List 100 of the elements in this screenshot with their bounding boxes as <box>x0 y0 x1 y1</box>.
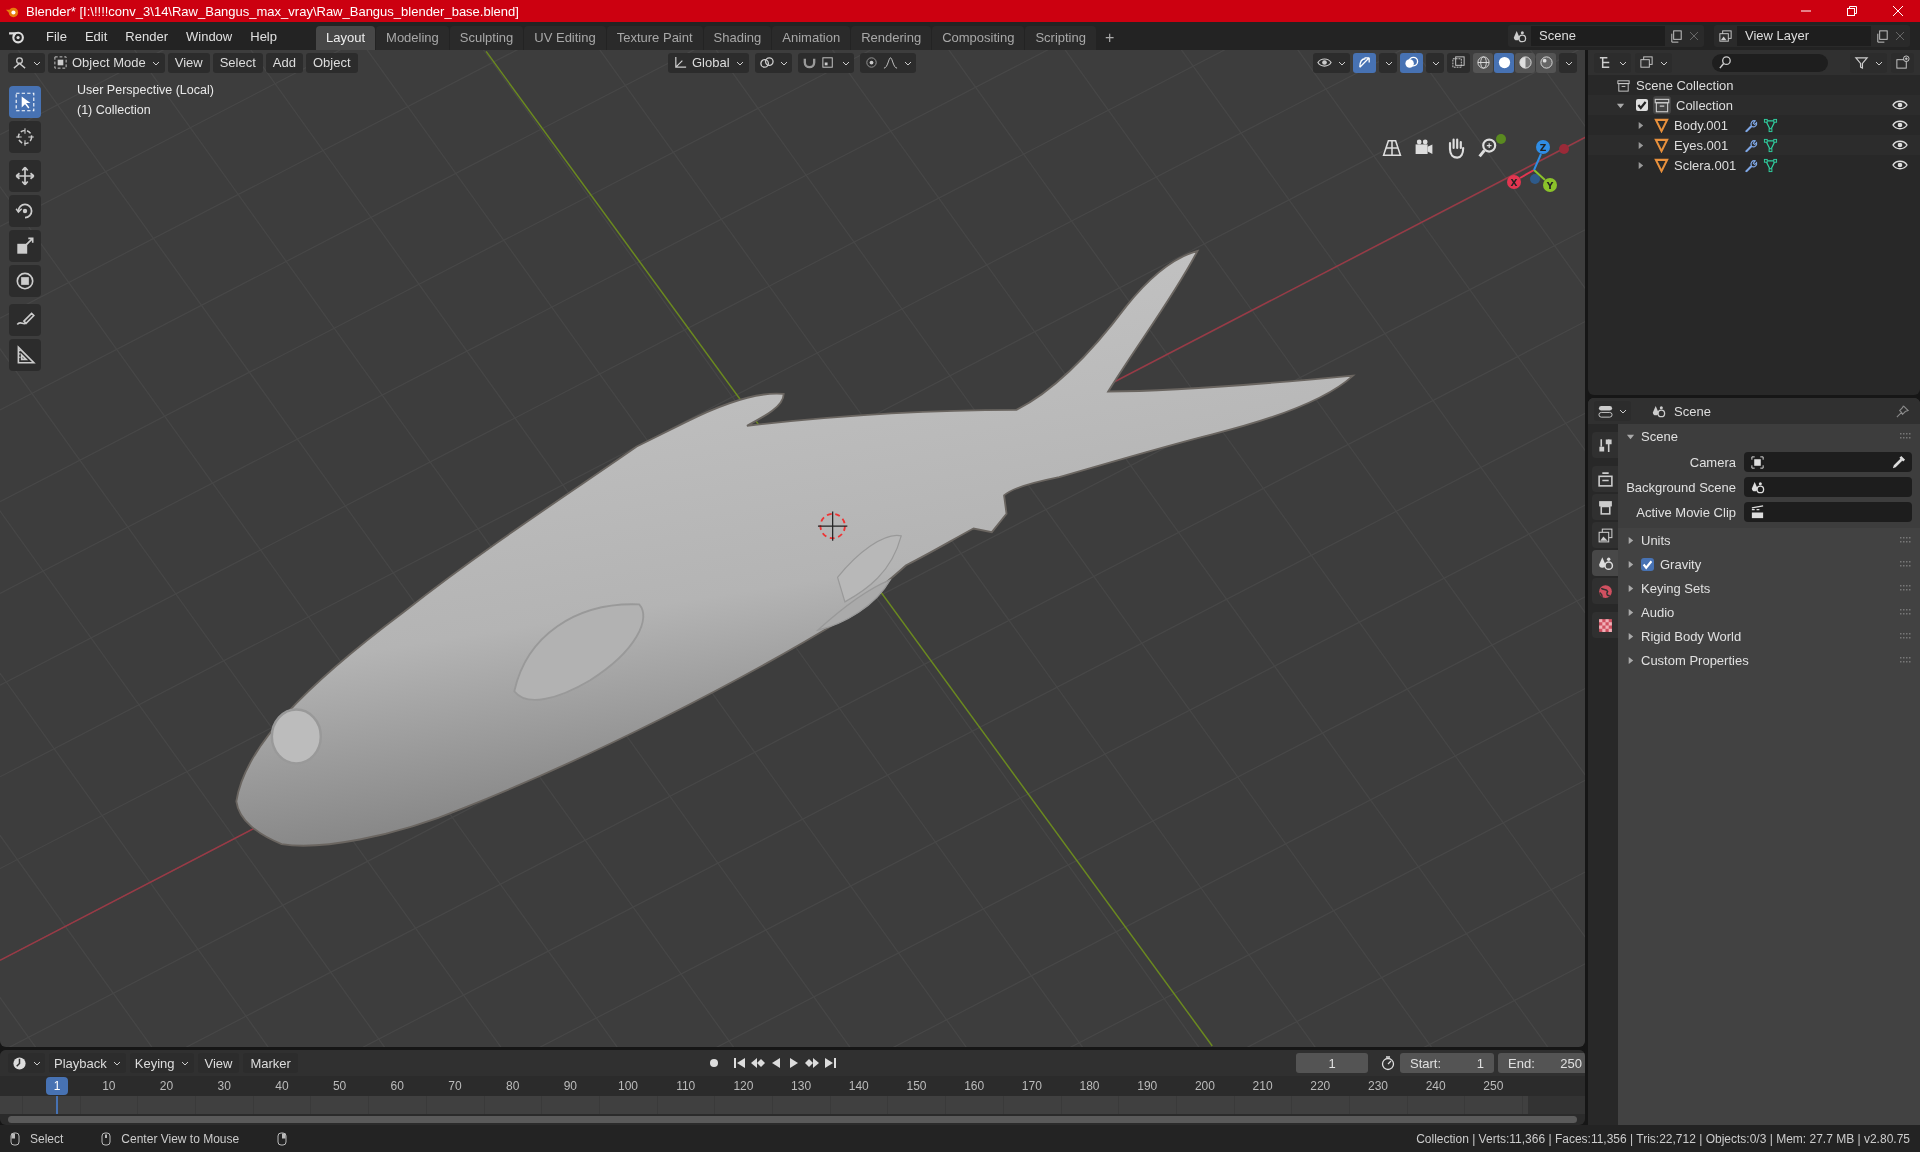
drag-handle-icon[interactable] <box>1900 585 1912 591</box>
menu-item[interactable]: Keying <box>129 1053 194 1073</box>
panel-title[interactable]: Custom Properties <box>1641 652 1749 668</box>
shading-mode-button[interactable] <box>1494 52 1514 73</box>
eyedropper-icon[interactable] <box>1891 454 1906 470</box>
gizmo-toggle-button[interactable] <box>1353 52 1376 73</box>
proportional-edit-button[interactable] <box>859 52 916 73</box>
layers-icon[interactable] <box>1718 28 1733 44</box>
menu-item[interactable]: Add <box>265 52 303 73</box>
start-frame-field[interactable]: Start: 1 <box>1400 1053 1494 1073</box>
expand-arrow-icon[interactable] <box>1626 559 1635 569</box>
scene-icon[interactable] <box>1512 28 1527 44</box>
checkbox[interactable] <box>1636 99 1648 111</box>
orientation-dropdown[interactable]: Global <box>668 52 749 73</box>
shading-mode-button[interactable] <box>1515 52 1535 73</box>
new-collection-button[interactable] <box>1891 52 1914 73</box>
expand-arrow-icon[interactable] <box>1626 631 1635 641</box>
menu-item[interactable]: Marker <box>243 1053 298 1073</box>
axis-dot-icon[interactable] <box>1496 134 1506 144</box>
menu-item[interactable]: File <box>37 28 76 44</box>
drag-handle-icon[interactable] <box>1900 633 1912 639</box>
tool-properties-tab[interactable] <box>1592 432 1618 458</box>
drag-handle-icon[interactable] <box>1900 561 1912 567</box>
jump-start-icon[interactable] <box>732 1055 748 1071</box>
axis-dot-icon[interactable] <box>1530 174 1540 184</box>
scene-selector[interactable]: Scene <box>1508 25 1704 47</box>
rotate-tool-button[interactable] <box>9 195 41 227</box>
expand-arrow-icon[interactable] <box>1626 583 1635 593</box>
panel-title[interactable]: Gravity <box>1660 556 1702 572</box>
panel-title[interactable]: Scene <box>1641 428 1678 444</box>
scene-properties-tab[interactable] <box>1592 550 1618 576</box>
scene-field[interactable]: Scene <box>1531 26 1665 46</box>
overlay-toggle-button[interactable] <box>1400 52 1423 73</box>
menu-item[interactable]: Help <box>241 28 286 44</box>
axis-dot-icon[interactable] <box>1559 144 1569 154</box>
workspace-tab[interactable]: Scripting <box>1025 26 1096 50</box>
workspace-tab[interactable]: Layout <box>316 26 376 50</box>
workspace-tab[interactable]: UV Editing <box>524 26 606 50</box>
menu-item[interactable]: Playback <box>49 1053 126 1073</box>
expand-arrow-icon[interactable] <box>1626 607 1635 617</box>
current-frame-field[interactable]: 1 <box>1296 1053 1368 1073</box>
display-mode-button[interactable] <box>1594 52 1631 73</box>
menu-item[interactable]: Render <box>116 28 177 44</box>
editor-type-button[interactable] <box>1594 401 1631 421</box>
timeline-track[interactable] <box>0 1096 1585 1114</box>
workspace-tab[interactable]: Modeling <box>376 26 449 50</box>
data-field[interactable] <box>1744 452 1912 472</box>
previous-keyframe-icon[interactable] <box>750 1055 766 1071</box>
copy-icon[interactable] <box>1875 28 1890 44</box>
close-icon[interactable] <box>1688 30 1700 42</box>
drag-handle-icon[interactable] <box>1900 537 1912 543</box>
panel-title[interactable]: Rigid Body World <box>1641 628 1742 644</box>
drag-handle-icon[interactable] <box>1900 609 1912 615</box>
panel-title[interactable]: Units <box>1641 532 1671 548</box>
menu-item[interactable]: Select <box>212 52 263 73</box>
menu-item[interactable]: View <box>167 52 210 73</box>
texture-properties-tab[interactable] <box>1592 612 1618 638</box>
restore-icon[interactable] <box>1846 5 1858 17</box>
measure-tool-button[interactable] <box>9 339 41 371</box>
panel-title[interactable]: Audio <box>1641 604 1675 620</box>
scale-tool-button[interactable] <box>9 230 41 262</box>
tree-row[interactable]: Collection <box>1588 95 1920 115</box>
stopwatch-icon[interactable] <box>1380 1055 1396 1071</box>
add-workspace-button[interactable]: + <box>1096 26 1123 50</box>
shading-mode-button[interactable] <box>1473 52 1493 73</box>
mesh-data-icon[interactable] <box>1763 117 1778 133</box>
panel-header-bar[interactable]: Scene <box>1618 424 1920 448</box>
cursor-tool-button[interactable] <box>9 121 41 153</box>
expand-arrow-icon[interactable] <box>1636 160 1645 170</box>
jump-end-icon[interactable] <box>822 1055 838 1071</box>
tree-item[interactable]: Eyes.001 <box>1674 137 1738 153</box>
workspace-tab[interactable]: Sculpting <box>449 26 524 50</box>
view-layer-properties-tab[interactable] <box>1592 522 1618 548</box>
search-field[interactable] <box>1712 53 1828 72</box>
scrollbar[interactable] <box>8 1116 1577 1123</box>
xray-toggle-button[interactable] <box>1447 52 1470 73</box>
close-icon[interactable] <box>1894 30 1906 42</box>
tree-item[interactable]: Collection <box>1676 97 1734 113</box>
wrench-icon[interactable] <box>1743 137 1758 153</box>
snap-button[interactable] <box>797 52 854 73</box>
menu-item[interactable]: Object <box>305 52 358 73</box>
workspace-tab[interactable]: Texture Paint <box>606 26 703 50</box>
expand-arrow-icon[interactable] <box>1636 140 1645 150</box>
menu-item[interactable]: Window <box>177 28 242 44</box>
menu-item[interactable]: View <box>197 1053 240 1073</box>
mesh-data-icon[interactable] <box>1763 157 1778 173</box>
drag-handle-icon[interactable] <box>1900 433 1912 439</box>
mode-dropdown[interactable]: Object Mode <box>48 52 165 73</box>
wrench-icon[interactable] <box>1743 117 1758 133</box>
tree-item[interactable]: Scene Collection <box>1636 77 1734 93</box>
pin-icon[interactable] <box>1895 403 1910 419</box>
menu-item[interactable]: Edit <box>75 28 117 44</box>
next-keyframe-icon[interactable] <box>804 1055 820 1071</box>
3d-viewport[interactable]: Object Mode View Select Add Object Global User Perspective (Local) (1) Collection X Y Z <box>0 50 1585 1047</box>
tree-item[interactable]: Body.001 <box>1674 117 1738 133</box>
tree-item[interactable]: Sclera.001 <box>1674 157 1738 173</box>
mesh-data-icon[interactable] <box>1763 137 1778 153</box>
transform-tool-button[interactable] <box>9 265 41 297</box>
panel-title[interactable]: Keying Sets <box>1641 580 1711 596</box>
tree-row[interactable]: Eyes.001 <box>1588 135 1920 155</box>
